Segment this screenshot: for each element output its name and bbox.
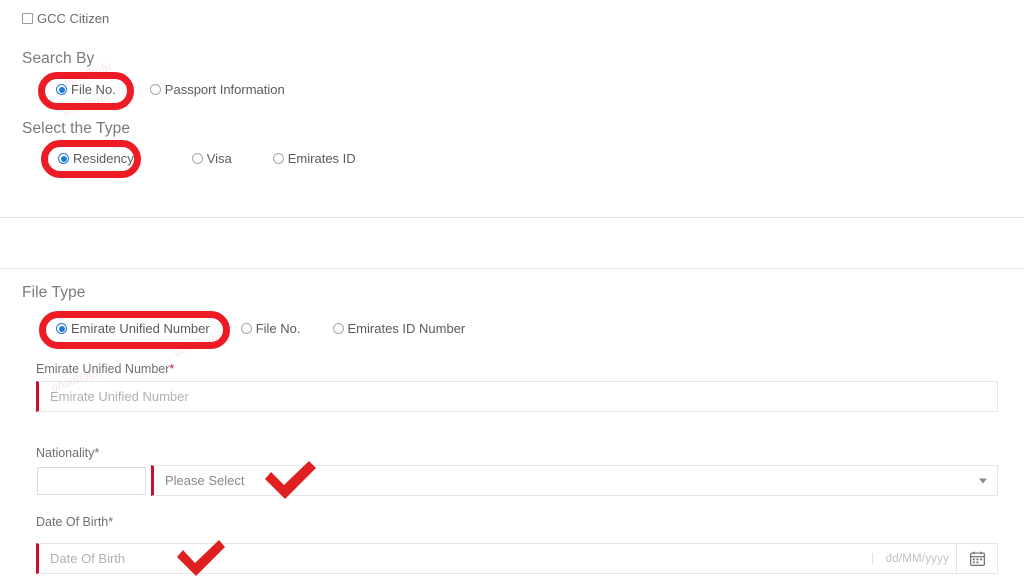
radio-emirates-id-input[interactable]: [272, 153, 284, 164]
radio-emirate-unified-number[interactable]: Emirate Unified Number: [56, 321, 210, 336]
search-by-radio-group[interactable]: File No. Passport Information: [56, 82, 285, 97]
radio-emirates-id[interactable]: Emirates ID: [272, 151, 356, 166]
calendar-icon[interactable]: [956, 544, 997, 573]
radio-emirate-unified-number-label: Emirate Unified Number: [71, 321, 210, 336]
nationality-selected-value: Please Select: [165, 473, 245, 488]
nationality-label: Nationality*: [36, 446, 100, 460]
radio-file-no-2[interactable]: File No.: [240, 321, 301, 336]
gcc-citizen-checkbox-row[interactable]: GCC Citizen: [22, 11, 109, 26]
radio-file-no-input[interactable]: [56, 84, 67, 95]
date-of-birth-input[interactable]: Date Of Birth dd/MM/yyyy: [36, 543, 998, 574]
radio-emirates-id-number-input[interactable]: [332, 323, 344, 334]
radio-file-no-2-label: File No.: [255, 321, 301, 336]
file-type-title: File Type: [22, 284, 86, 301]
file-type-radio-group[interactable]: Emirate Unified Number File No. Emirates…: [56, 321, 465, 336]
radio-passport-information[interactable]: Passport Information: [149, 82, 285, 97]
unified-number-required-mark: *: [169, 362, 175, 376]
radio-visa-label: Visa: [206, 151, 232, 166]
radio-residency-label: Residency: [73, 151, 134, 166]
radio-visa-input[interactable]: [191, 153, 203, 164]
gcc-citizen-checkbox[interactable]: [22, 13, 33, 24]
search-by-title: Search By: [22, 50, 95, 67]
radio-file-no[interactable]: File No.: [56, 82, 116, 97]
radio-emirates-id-label: Emirates ID: [287, 151, 356, 166]
chevron-down-icon: [979, 478, 987, 483]
radio-visa[interactable]: Visa: [191, 151, 232, 166]
radio-file-no-2-input[interactable]: [240, 323, 252, 334]
radio-file-no-label: File No.: [71, 82, 116, 97]
radio-passport-information-label: Passport Information: [164, 82, 285, 97]
section-divider-bottom: [0, 268, 1024, 269]
date-of-birth-placeholder: Date Of Birth: [50, 551, 126, 566]
radio-emirate-unified-number-input[interactable]: [56, 323, 67, 334]
radio-passport-information-input[interactable]: [149, 84, 161, 95]
radio-residency[interactable]: Residency: [58, 151, 134, 166]
select-the-type-title: Select the Type: [22, 120, 131, 137]
unified-number-input[interactable]: Emirate Unified Number: [36, 381, 998, 412]
radio-emirates-id-number[interactable]: Emirates ID Number: [332, 321, 466, 336]
gcc-citizen-label: GCC Citizen: [37, 11, 110, 26]
select-type-radio-group[interactable]: Residency Visa Emirates ID: [58, 151, 356, 166]
unified-number-label-text: Emirate Unified Number: [36, 362, 170, 376]
nationality-select[interactable]: Please Select: [151, 465, 998, 496]
date-of-birth-separator: [872, 553, 873, 564]
nationality-code-input[interactable]: [37, 467, 146, 495]
date-of-birth-label: Date Of Birth*: [36, 515, 114, 529]
radio-residency-input[interactable]: [58, 153, 69, 164]
radio-emirates-id-number-label: Emirates ID Number: [347, 321, 466, 336]
unified-number-placeholder: Emirate Unified Number: [50, 389, 189, 404]
unified-number-label: Emirate Unified Number*: [36, 362, 174, 376]
section-divider-top: [0, 217, 1024, 218]
date-of-birth-format-hint: dd/MM/yyyy: [885, 552, 949, 565]
